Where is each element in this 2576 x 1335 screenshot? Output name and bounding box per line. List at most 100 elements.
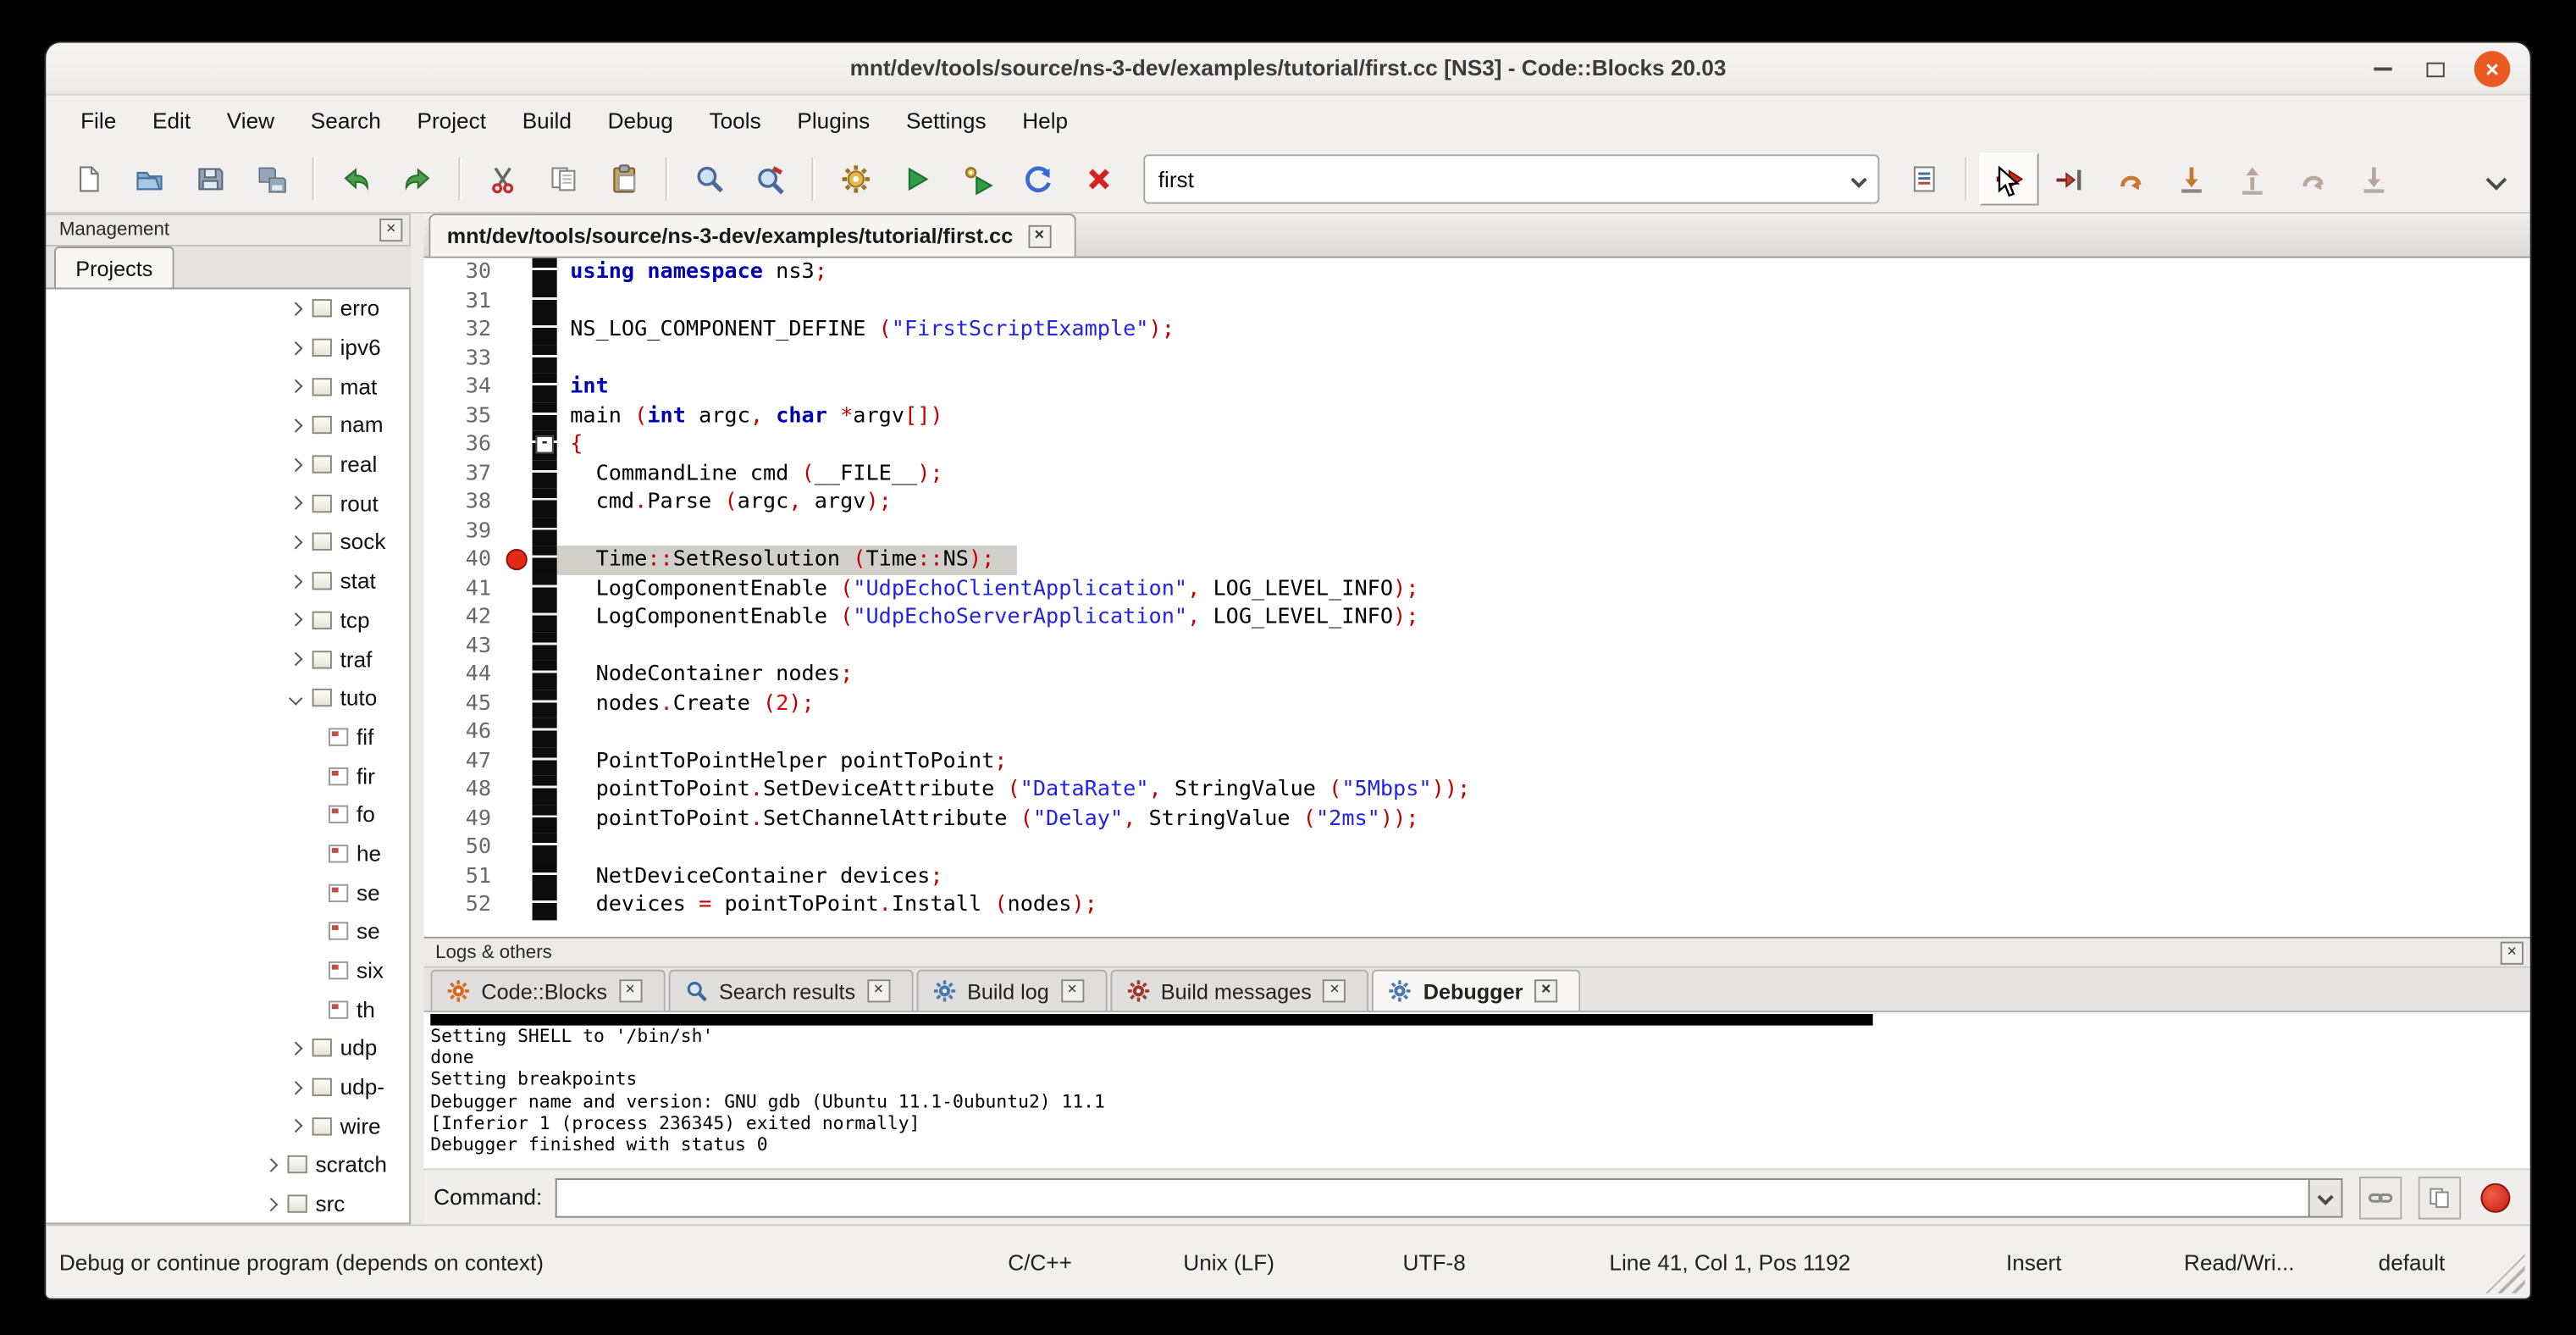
toolbar-overflow-chevron[interactable] <box>2486 169 2507 190</box>
debug-continue-button[interactable] <box>1980 152 2039 205</box>
tree-item[interactable]: udp- <box>46 1068 409 1107</box>
close-panel-icon[interactable]: × <box>379 219 402 241</box>
new-file-button[interactable] <box>59 152 119 205</box>
paste-button[interactable] <box>594 152 654 205</box>
tree-item[interactable]: stat <box>46 562 409 601</box>
tree-item[interactable]: erro <box>46 289 409 328</box>
chevron-down-icon[interactable] <box>289 691 302 705</box>
chevron-right-icon[interactable] <box>289 1041 302 1055</box>
chevron-right-icon[interactable] <box>289 1119 302 1133</box>
chevron-right-icon[interactable] <box>289 613 302 627</box>
code-line[interactable]: 51 NetDeviceContainer devices; <box>424 862 2530 891</box>
chevron-right-icon[interactable] <box>289 341 302 354</box>
breakpoint-margin[interactable] <box>503 776 533 805</box>
log-tab-build-log[interactable]: Build log× <box>916 970 1107 1011</box>
minimize-button[interactable] <box>2369 56 2396 82</box>
close-logs-icon[interactable]: × <box>2501 941 2523 964</box>
tree-item[interactable]: ipv6 <box>46 328 409 367</box>
save-button[interactable] <box>180 152 240 205</box>
chevron-down-icon[interactable] <box>1851 171 1867 187</box>
close-tab-icon[interactable]: × <box>1060 979 1083 1002</box>
close-tab-icon[interactable]: × <box>619 979 642 1002</box>
step-into-instruction-button[interactable] <box>2344 152 2403 205</box>
code-line[interactable]: 52 devices = pointToPoint.Install (nodes… <box>424 891 2530 920</box>
menu-edit[interactable]: Edit <box>135 99 209 141</box>
chevron-right-icon[interactable] <box>289 379 302 393</box>
log-tab-search-results[interactable]: Search results× <box>668 970 913 1011</box>
code-line[interactable]: 49 pointToPoint.SetChannelAttribute ("De… <box>424 805 2530 834</box>
panel-splitter[interactable] <box>411 213 424 1224</box>
tree-item[interactable]: real <box>46 445 409 484</box>
code-line[interactable]: 46 <box>424 718 2530 747</box>
chevron-right-icon[interactable] <box>289 302 302 315</box>
resize-grip[interactable] <box>2485 1254 2525 1293</box>
tree-item[interactable]: se <box>46 873 409 912</box>
code-line[interactable]: 33 <box>424 344 2530 373</box>
chevron-right-icon[interactable] <box>289 418 302 432</box>
code-line[interactable]: 50 <box>424 834 2530 862</box>
code-line[interactable]: 44 NodeContainer nodes; <box>424 661 2530 690</box>
stop-debugger-button[interactable] <box>2480 1183 2510 1212</box>
code-line[interactable]: 41 LogComponentEnable ("UdpEchoClientApp… <box>424 574 2530 603</box>
next-line-button[interactable] <box>2101 152 2160 205</box>
tree-item[interactable]: tcp <box>46 601 409 640</box>
breakpoint-margin[interactable] <box>503 258 533 287</box>
breakpoint-margin[interactable] <box>503 603 533 632</box>
tree-item[interactable]: nam <box>46 406 409 445</box>
fold-marker-icon[interactable]: - <box>535 435 553 453</box>
tree-item[interactable]: src <box>46 1184 409 1223</box>
copy-log-button[interactable] <box>2418 1176 2461 1218</box>
code-line[interactable]: 43 <box>424 632 2530 661</box>
tree-item[interactable]: udp <box>46 1029 409 1068</box>
redo-button[interactable] <box>388 152 447 205</box>
breakpoint-margin[interactable] <box>503 661 533 690</box>
code-line[interactable]: 32NS_LOG_COMPONENT_DEFINE ("FirstScriptE… <box>424 315 2530 344</box>
close-tab-icon[interactable]: × <box>867 979 890 1002</box>
title-bar[interactable]: mnt/dev/tools/source/ns-3-dev/examples/t… <box>46 42 2529 95</box>
code-line[interactable]: 48 pointToPoint.SetDeviceAttribute ("Dat… <box>424 776 2530 805</box>
build-and-run-button[interactable] <box>948 152 1007 205</box>
close-tab-icon[interactable]: × <box>1534 979 1557 1002</box>
abort-button[interactable] <box>1070 152 1129 205</box>
tree-item[interactable]: fir <box>46 756 409 795</box>
tree-item[interactable]: tuto <box>46 679 409 717</box>
breakpoint-icon[interactable] <box>506 549 528 570</box>
breakpoint-margin[interactable] <box>503 430 533 459</box>
breakpoint-margin[interactable] <box>503 459 533 488</box>
next-instruction-button[interactable] <box>2284 152 2343 205</box>
code-line[interactable]: 35main (int argc, char *argv[]) <box>424 402 2530 430</box>
menu-file[interactable]: File <box>63 99 135 141</box>
breakpoint-margin[interactable] <box>503 574 533 603</box>
undo-button[interactable] <box>327 152 386 205</box>
code-line[interactable]: 42 LogComponentEnable ("UdpEchoServerApp… <box>424 603 2530 632</box>
breakpoint-margin[interactable] <box>503 805 533 834</box>
run-to-cursor-button[interactable] <box>2041 152 2100 205</box>
breakpoint-margin[interactable] <box>503 747 533 776</box>
chevron-right-icon[interactable] <box>289 457 302 471</box>
editor-tab[interactable]: mnt/dev/tools/source/ns-3-dev/examples/t… <box>428 213 1075 256</box>
menu-plugins[interactable]: Plugins <box>779 99 888 141</box>
menu-help[interactable]: Help <box>1004 99 1086 141</box>
breakpoint-margin[interactable] <box>503 517 533 546</box>
tree-item[interactable]: traf <box>46 640 409 679</box>
tab-projects[interactable]: Projects <box>54 247 174 288</box>
menu-view[interactable]: View <box>208 99 292 141</box>
tree-item[interactable]: fo <box>46 795 409 834</box>
log-tab-debugger[interactable]: Debugger× <box>1373 970 1581 1011</box>
breakpoint-margin[interactable] <box>503 891 533 920</box>
code-line[interactable]: 31 <box>424 287 2530 316</box>
code-line[interactable]: 40 Time::SetResolution (Time::NS); <box>424 546 2530 574</box>
find-button[interactable] <box>680 152 739 205</box>
chevron-right-icon[interactable] <box>289 496 302 510</box>
maximize-button[interactable] <box>2422 56 2448 82</box>
chevron-right-icon[interactable] <box>289 574 302 588</box>
copy-button[interactable] <box>534 152 594 205</box>
breakpoint-margin[interactable] <box>503 373 533 402</box>
run-button[interactable] <box>887 152 947 205</box>
attach-button[interactable] <box>2359 1176 2402 1218</box>
save-all-button[interactable] <box>241 152 301 205</box>
breakpoint-margin[interactable] <box>503 344 533 373</box>
close-button[interactable]: × <box>2474 51 2511 87</box>
breakpoint-margin[interactable] <box>503 546 533 574</box>
code-line[interactable]: 34int <box>424 373 2530 402</box>
